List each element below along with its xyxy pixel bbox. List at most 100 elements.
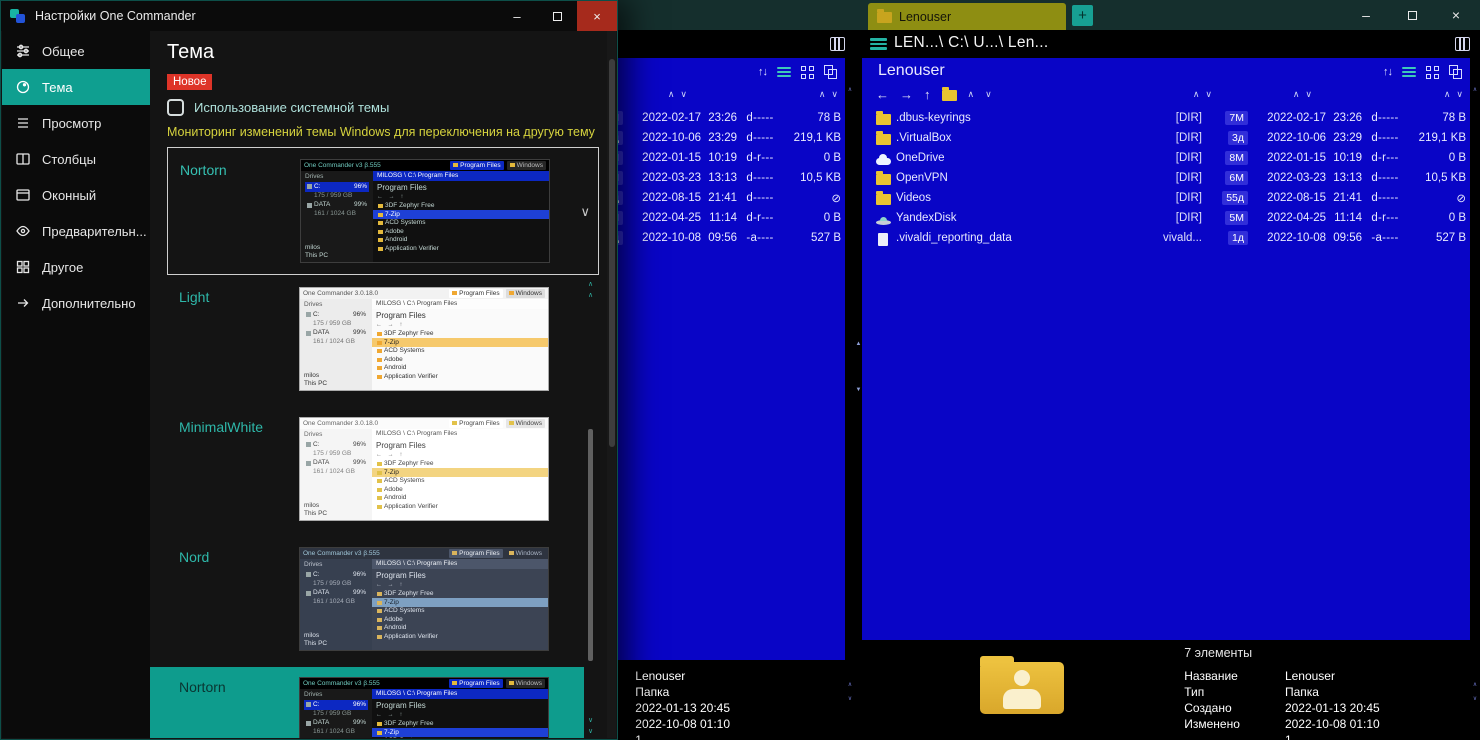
minimize-button[interactable]: – xyxy=(1348,0,1384,30)
file-size: 0 B xyxy=(823,212,841,224)
grid-view-icon[interactable] xyxy=(1426,65,1439,79)
window-title: Настройки One Commander xyxy=(35,9,196,23)
sidebar-item-columns[interactable]: Столбцы xyxy=(2,141,150,177)
folder-icon xyxy=(876,110,891,125)
file-size: 78 B xyxy=(1442,112,1466,124)
right-path-bar[interactable]: LEN...\ C:\ U...\ Len... xyxy=(862,30,1480,58)
file-time: 09:56 xyxy=(1333,232,1362,244)
maximize-button[interactable] xyxy=(537,1,577,31)
file-row[interactable]: .VirtualBox [DIR] 3д 2022-10-06 23:29 d----- 2… xyxy=(862,128,1470,148)
grid-view-icon[interactable] xyxy=(801,65,814,79)
detail-value: 2022-01-13 20:45 xyxy=(635,701,731,715)
arrow-right-icon xyxy=(18,299,29,307)
folder-tab[interactable]: Lenouser xyxy=(868,3,1066,30)
file-type: [DIR] xyxy=(1175,192,1202,204)
detail-label: Тип xyxy=(1184,685,1205,699)
theme-list-scrollbar[interactable]: ∧ ∧ ∨ ∨ xyxy=(586,279,595,737)
file-name: .vivaldi_reporting_data xyxy=(896,232,1012,244)
file-time: 11:14 xyxy=(1334,212,1362,224)
menu-icon[interactable] xyxy=(870,38,887,51)
theme-row-nortorn[interactable]: Nortorn One Commander v3 β.555 Program Fi… xyxy=(150,667,584,738)
current-theme-dropdown[interactable]: Nortorn ∨ One Commander v3 β.555 Program … xyxy=(167,147,599,275)
theme-row-light[interactable]: Light One Commander 3.0.18.0 Program File… xyxy=(150,277,584,407)
sidebar-item-advanced[interactable]: Дополнительно xyxy=(2,285,150,321)
file-time: 11:14 xyxy=(709,212,737,224)
copy-pane-icon[interactable] xyxy=(1449,65,1462,79)
back-icon[interactable]: ← xyxy=(876,87,889,102)
sort-arrows[interactable]: ∧∨ xyxy=(665,89,690,100)
mini-tab: Windows xyxy=(506,160,546,171)
copy-pane-icon[interactable] xyxy=(824,65,837,79)
detail-value: Lenouser xyxy=(1284,669,1335,683)
list-view-icon[interactable] xyxy=(1402,67,1416,77)
file-size: 527 B xyxy=(810,232,841,244)
file-icon xyxy=(878,232,888,246)
file-row[interactable]: .vivaldi_reporting_data vivald... 1д 2022-1… xyxy=(862,228,1470,248)
sidebar-label: Тема xyxy=(42,79,73,95)
columns-icon xyxy=(16,153,30,165)
up-icon[interactable]: ↑ xyxy=(924,87,931,102)
scrollbar-thumb[interactable] xyxy=(608,59,615,447)
scrollbar-thumb[interactable] xyxy=(588,429,593,661)
sidebar-item-theme[interactable]: Тема xyxy=(2,69,150,105)
sort-icon[interactable]: ↑↓ xyxy=(1383,66,1393,78)
list-icon xyxy=(18,118,28,128)
sort-arrows[interactable]: ∧∨ xyxy=(1290,89,1315,100)
file-type: [DIR] xyxy=(1175,112,1202,124)
file-attrs: d-r--- xyxy=(746,152,774,164)
maximize-button[interactable] xyxy=(1394,0,1430,30)
close-button[interactable]: × xyxy=(577,1,617,31)
new-tab-button[interactable]: + xyxy=(1072,5,1093,26)
scrollbar[interactable]: ∧ ∧ ∨ xyxy=(845,58,855,740)
columns-icon[interactable] xyxy=(830,37,845,51)
chevron-down-icon[interactable]: ∨ xyxy=(985,89,992,100)
file-row[interactable]: OpenVPN [DIR] 6M 2022-03-23 13:13 d----- 10,5 … xyxy=(862,168,1470,188)
file-size: 10,5 KB xyxy=(800,172,841,184)
sidebar-label: Оконный xyxy=(42,187,97,203)
details-rows: Название Lenouser Тип Папка Создано 2022-01… xyxy=(1184,668,1464,740)
sort-icon[interactable]: ↑↓ xyxy=(758,66,768,78)
sidebar-item-view[interactable]: Просмотр xyxy=(2,105,150,141)
sort-arrows[interactable]: ∧∨ xyxy=(816,89,841,100)
file-size: 0 B xyxy=(1448,212,1466,224)
settings-scrollbar[interactable] xyxy=(607,31,616,738)
chevron-up-icon[interactable]: ∧ xyxy=(968,89,975,100)
file-time: 10:19 xyxy=(1333,152,1362,164)
close-button[interactable]: × xyxy=(1438,0,1474,30)
dropdown-chevron-icon[interactable]: ∨ xyxy=(580,204,590,220)
forward-icon[interactable]: → xyxy=(900,87,913,102)
sidebar-item-preview[interactable]: Предварительн... xyxy=(2,213,150,249)
scrollbar[interactable]: ∧ ∧ ∨ xyxy=(1470,58,1480,740)
sidebar-item-other[interactable]: Другое xyxy=(2,249,150,285)
file-row[interactable]: .dbus-keyrings [DIR] 7M 2022-02-17 23:26 d---… xyxy=(862,108,1470,128)
file-row[interactable]: YandexDisk [DIR] 5M 2022-04-25 11:14 d-r--- 0 … xyxy=(862,208,1470,228)
sidebar-label: Столбцы xyxy=(42,151,96,167)
list-view-icon[interactable] xyxy=(777,67,791,77)
pane-splitter[interactable]: ▲ ▼ xyxy=(855,58,862,740)
sort-arrows[interactable]: ∧∨ xyxy=(1441,89,1466,100)
file-date: 2022-03-23 xyxy=(1267,172,1326,184)
file-date: 2022-04-25 xyxy=(1267,212,1326,224)
file-name: OpenVPN xyxy=(896,172,948,184)
file-time: 10:19 xyxy=(708,152,737,164)
sort-arrows[interactable]: ∧∨ xyxy=(1190,89,1215,100)
mini-title: One Commander v3 β.555 xyxy=(304,161,381,169)
folder-history-icon[interactable] xyxy=(941,86,957,101)
details-panel: 7 элементы Название Lenouser Тип Папка Соз… xyxy=(862,640,1470,740)
system-theme-checkbox[interactable] xyxy=(167,99,184,116)
sidebar-item-general[interactable]: Общее xyxy=(2,33,150,69)
file-row[interactable]: OneDrive [DIR] 8M 2022-01-15 10:19 d-r--- 0 B xyxy=(862,148,1470,168)
sidebar-item-window[interactable]: Оконный xyxy=(2,177,150,213)
file-row[interactable]: Videos [DIR] 55д 2022-08-15 21:41 d----- ⊘ xyxy=(862,188,1470,208)
detail-value: 2022-01-13 20:45 xyxy=(1284,701,1380,715)
detail-label: Название xyxy=(1184,669,1238,683)
minimize-button[interactable]: – xyxy=(497,1,537,31)
folder-icon xyxy=(876,130,891,145)
theme-row-minimalwhite[interactable]: MinimalWhite One Commander 3.0.18.0 Progr… xyxy=(150,407,584,537)
columns-icon[interactable] xyxy=(1455,37,1470,51)
page-title: Тема xyxy=(167,41,215,63)
breadcrumb[interactable]: LEN...\ C:\ U...\ Len... xyxy=(894,34,1049,52)
theme-row-nord[interactable]: Nord One Commander v3 β.555 Program Files… xyxy=(150,537,584,667)
window-icon xyxy=(16,189,30,201)
detail-value: 1... xyxy=(635,733,652,740)
